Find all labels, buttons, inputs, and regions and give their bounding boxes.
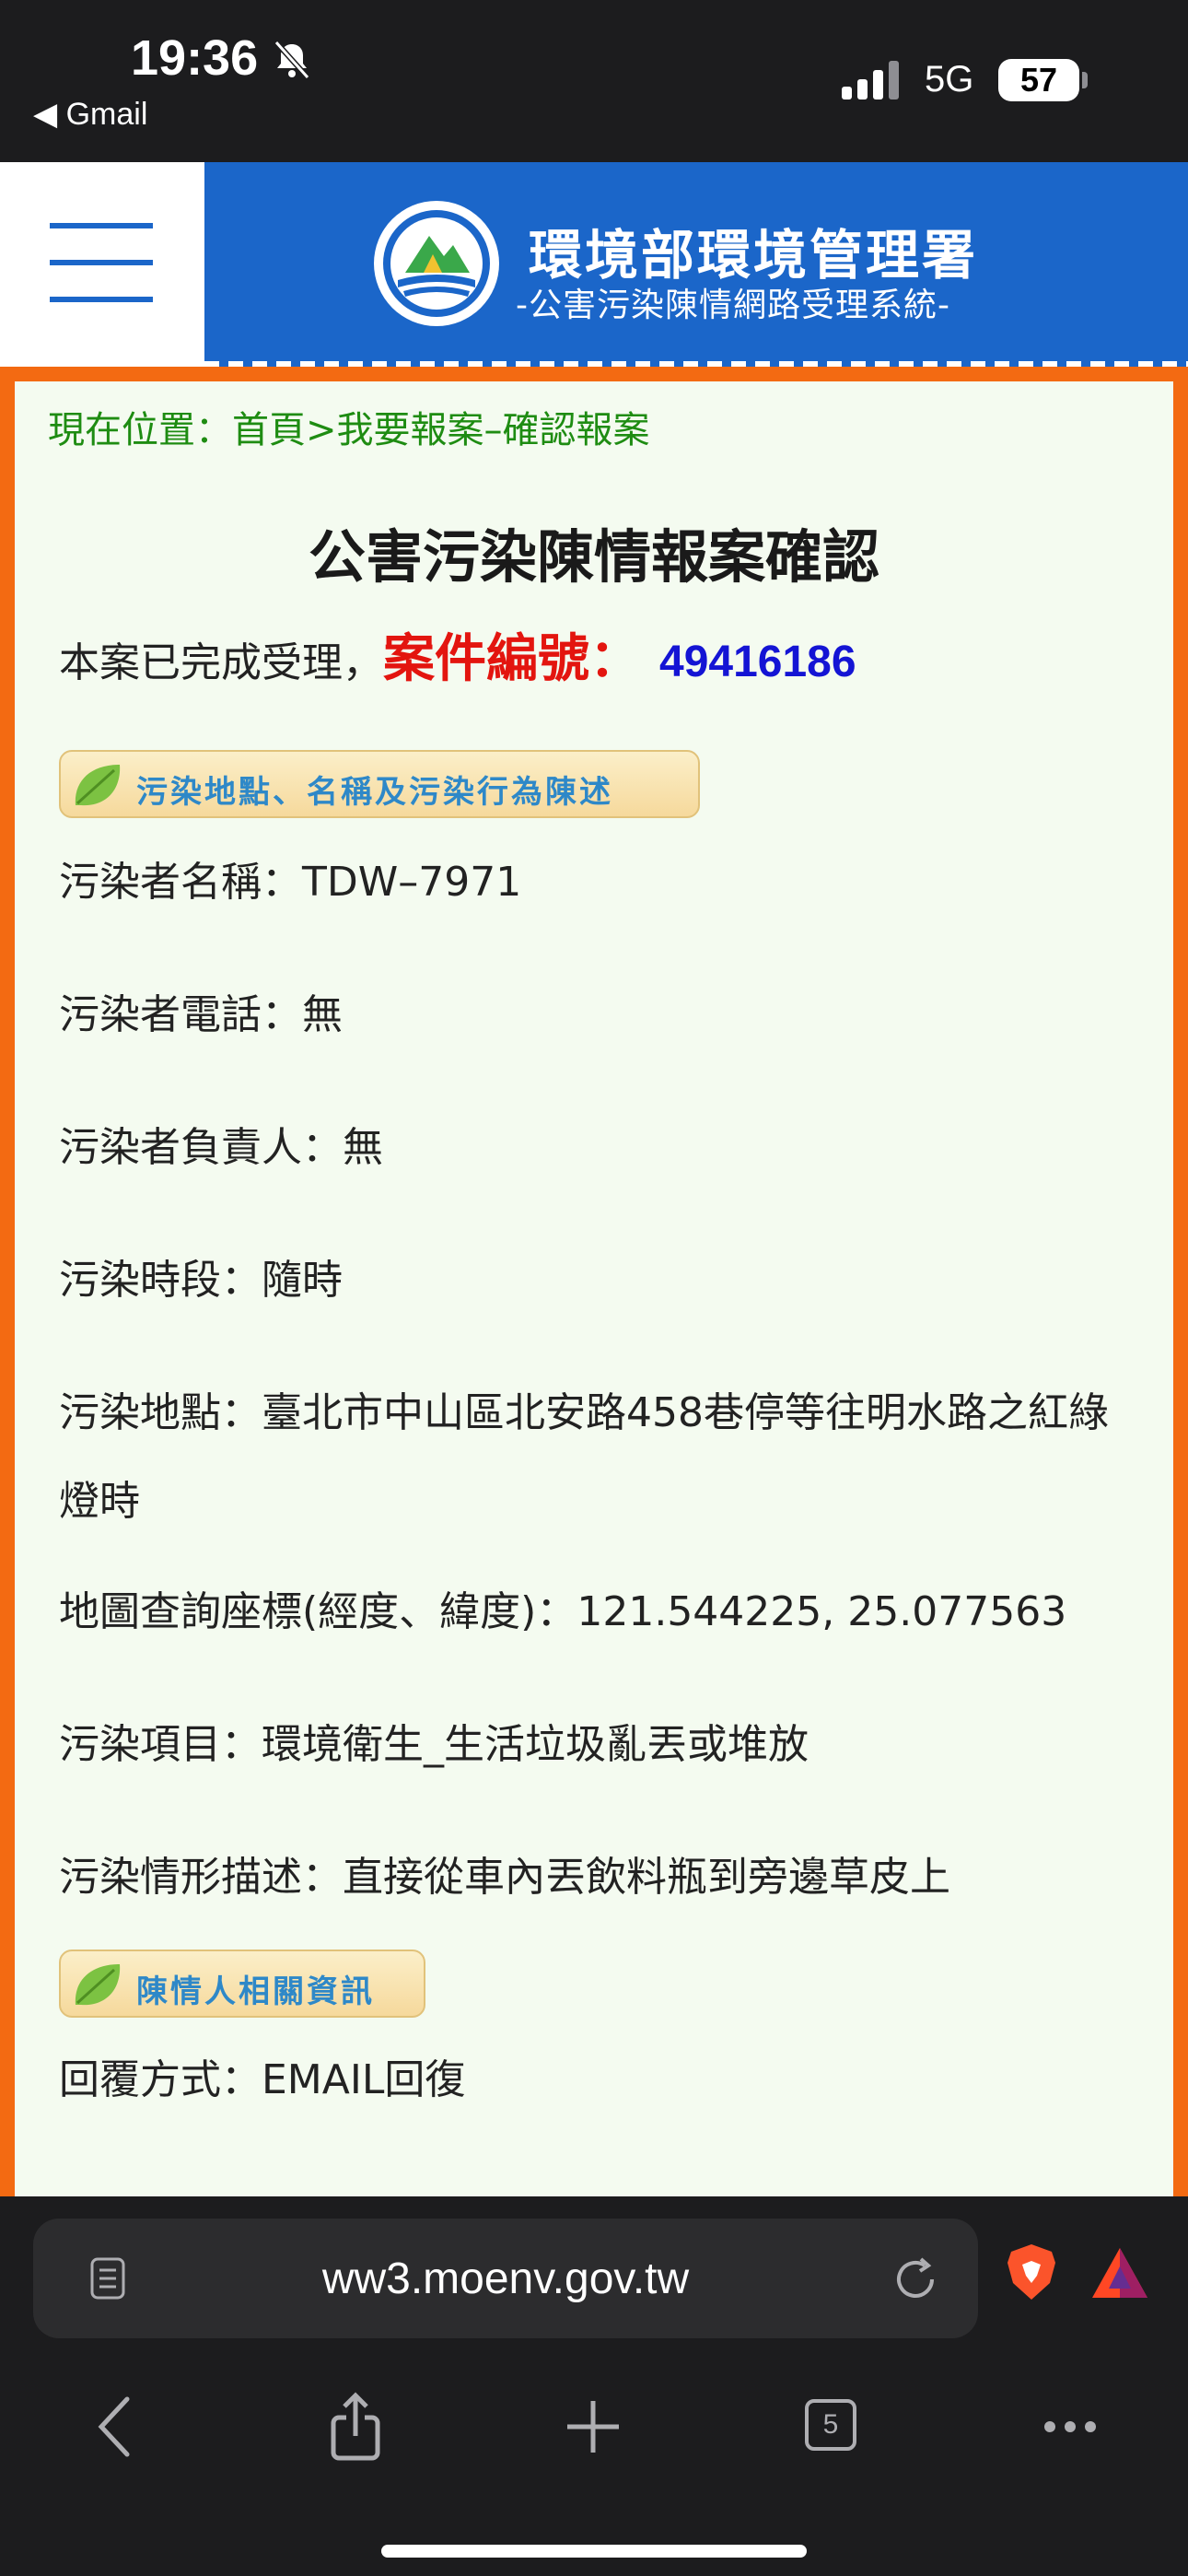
battery-icon: 57 (998, 59, 1079, 101)
field-label: 污染情形描述： (59, 1854, 343, 1901)
field-pollution-location: 污染地點：臺北市中山區北安路458巷停等往明水路之紅綠燈時 (59, 1369, 1136, 1546)
tabs-button[interactable]: 5 (796, 2390, 869, 2464)
field-value: 隨時 (262, 1257, 343, 1304)
field-label: 污染者電話： (59, 991, 302, 1038)
reload-icon[interactable] (890, 2254, 941, 2305)
browser-toolbar: ww3.moenv.gov.tw 5 (0, 2196, 1188, 2576)
field-value: 無 (343, 1124, 383, 1171)
field-label: 污染時段： (59, 1257, 262, 1304)
field-label: 污染者負責人： (59, 1124, 343, 1171)
case-prefix: 本案已完成受理， (59, 639, 383, 686)
status-bar: 19:36 ◀ Gmail 5G 57 (0, 0, 1188, 162)
field-value: EMAIL回復 (262, 2056, 466, 2103)
menu-icon-line (50, 260, 153, 265)
field-label: 污染項目： (59, 1721, 262, 1768)
section-label-reporter: 陳情人相關資訊 (136, 1973, 375, 2010)
brave-shields-icon[interactable] (1004, 2242, 1059, 2301)
hamburger-menu-button[interactable] (0, 162, 204, 367)
back-icon[interactable] (81, 2390, 155, 2464)
share-icon[interactable] (319, 2390, 392, 2464)
section-header-reporter: 陳情人相關資訊 (59, 1950, 425, 2018)
url-text[interactable]: ww3.moenv.gov.tw (33, 2254, 978, 2304)
site-header: 環境部環境管理署 -公害污染陳情網路受理系統- (0, 162, 1188, 367)
leaf-icon (75, 765, 121, 806)
field-polluter-phone: 污染者電話：無 (59, 971, 1136, 1060)
back-to-app-link[interactable]: ◀ Gmail (33, 96, 147, 133)
content-panel: 現在位置：首頁>我要報案–確認報案 公害污染陳情報案確認 本案已完成受理，案件編… (15, 381, 1173, 2196)
battery-tip (1082, 72, 1088, 88)
bat-rewards-icon[interactable] (1090, 2246, 1149, 2300)
leaf-icon (75, 1964, 121, 2006)
menu-icon-line (50, 297, 153, 302)
field-value: 直接從車內丟飲料瓶到旁邊草皮上 (343, 1854, 950, 1901)
field-label: 污染地點： (59, 1389, 262, 1436)
tab-count: 5 (805, 2399, 856, 2451)
case-number: 49416186 (659, 638, 856, 686)
breadcrumb[interactable]: 現在位置：首頁>我要報案–確認報案 (48, 400, 650, 453)
system-name: -公害污染陳情網路受理系統- (516, 287, 950, 324)
network-type: 5G (925, 59, 974, 100)
agency-logo-icon[interactable] (372, 199, 501, 328)
new-tab-icon[interactable] (556, 2390, 630, 2464)
case-confirmation: 本案已完成受理，案件編號： 49416186 (59, 617, 856, 692)
field-label: 污染者名稱： (59, 859, 302, 906)
bell-slash-icon (274, 40, 310, 80)
section-label-pollution: 污染地點、名稱及污染行為陳述 (136, 774, 613, 811)
page-title: 公害污染陳情報案確認 (308, 523, 879, 591)
field-pollution-item: 污染項目：環境衛生_生活垃圾亂丟或堆放 (59, 1701, 1136, 1789)
section-header-pollution: 污染地點、名稱及污染行為陳述 (59, 750, 700, 818)
home-indicator[interactable] (381, 2545, 807, 2558)
case-number-label: 案件編號： (383, 629, 641, 689)
content-frame: 現在位置：首頁>我要報案–確認報案 公害污染陳情報案確認 本案已完成受理，案件編… (0, 367, 1188, 2196)
field-value: 環境衛生_生活垃圾亂丟或堆放 (262, 1721, 809, 1768)
signal-bars-icon (842, 61, 899, 100)
field-pollution-description: 污染情形描述：直接從車內丟飲料瓶到旁邊草皮上 (59, 1833, 1136, 1922)
field-polluter-owner: 污染者負責人：無 (59, 1104, 1136, 1192)
address-bar[interactable]: ww3.moenv.gov.tw (33, 2219, 978, 2338)
field-map-coordinates: 地圖查詢座標(經度、緯度)：121.544225, 25.077563 (59, 1568, 1136, 1657)
field-label: 地圖查詢座標(經度、緯度)： (59, 1588, 577, 1635)
field-value: 121.544225, 25.077563 (577, 1588, 1067, 1635)
field-pollution-time: 污染時段：隨時 (59, 1236, 1136, 1325)
field-value: 無 (302, 991, 343, 1038)
field-polluter-name: 污染者名稱：TDW–7971 (59, 838, 1136, 927)
menu-icon-line (50, 223, 153, 228)
more-menu-icon[interactable] (1033, 2390, 1107, 2464)
status-time: 19:36 (131, 30, 259, 86)
field-value: TDW–7971 (302, 859, 522, 906)
field-label: 回覆方式： (59, 2056, 262, 2103)
field-reply-method: 回覆方式：EMAIL回復 (59, 2036, 1136, 2125)
